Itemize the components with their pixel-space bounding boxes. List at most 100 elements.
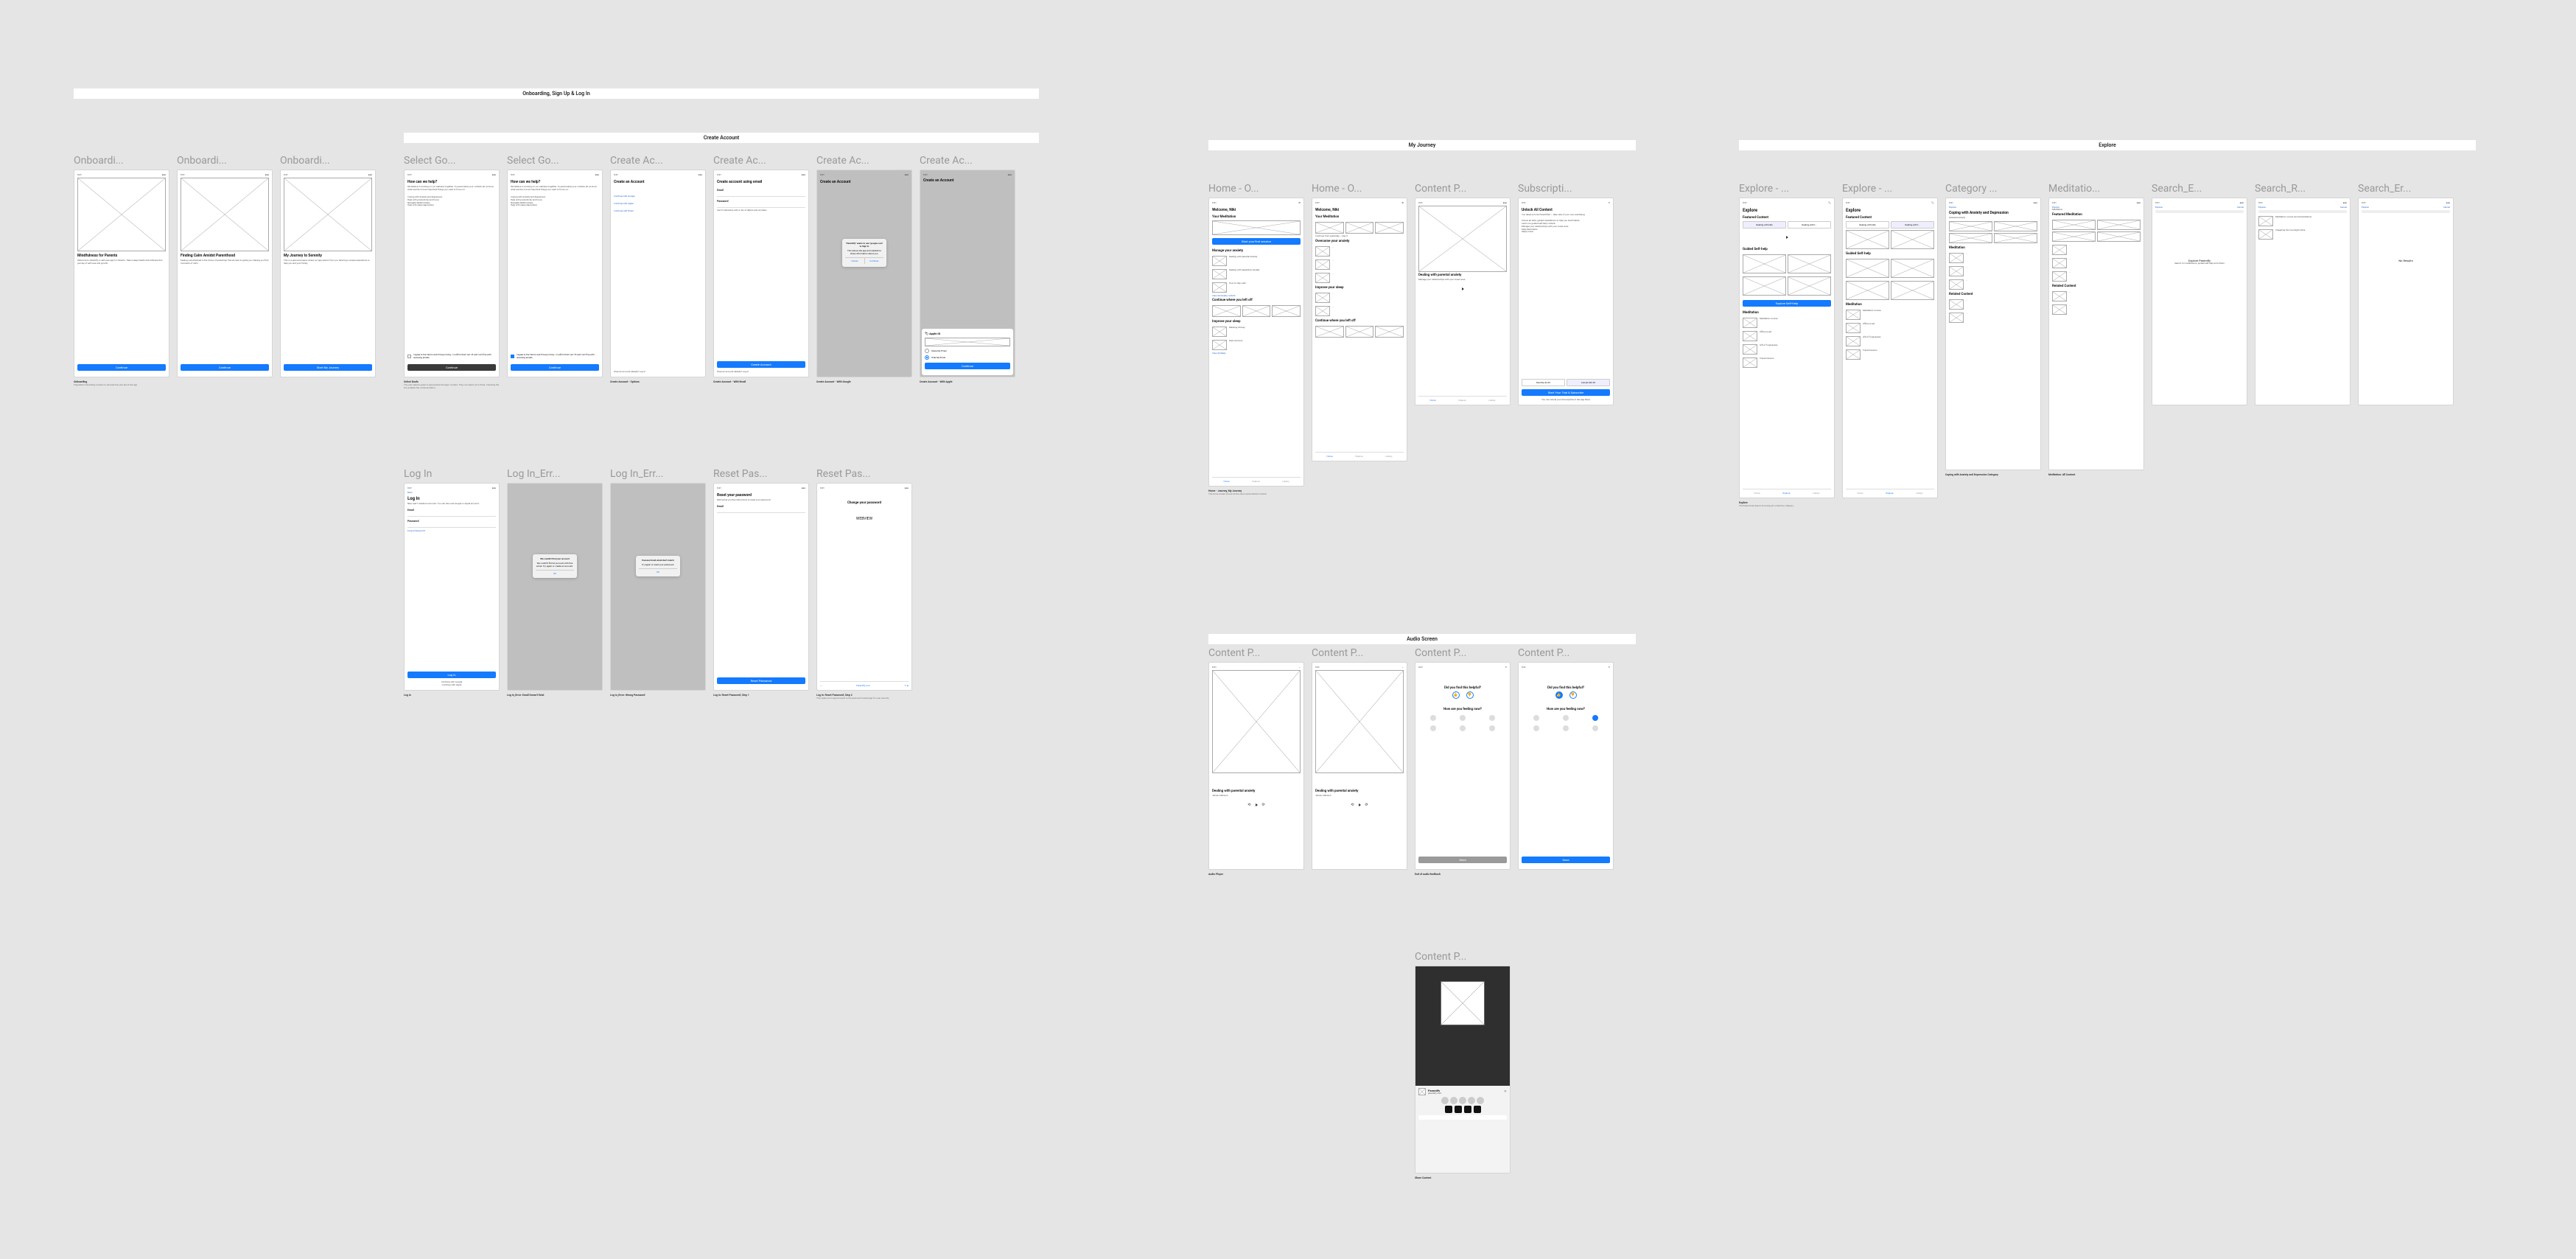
tab-explore[interactable]: Explore — [1783, 492, 1791, 495]
ok-button[interactable]: OK — [639, 568, 677, 573]
cancel-link[interactable]: Cancel — [2237, 206, 2244, 209]
thumb[interactable] — [1375, 222, 1404, 234]
back-link[interactable]: Explore — [1949, 206, 2037, 209]
thumb[interactable] — [1846, 281, 1889, 300]
pill[interactable]: Dealing with kids — [1846, 221, 1889, 229]
thumbs-up-icon[interactable]: 👍 — [1555, 691, 1563, 699]
tab-explore[interactable]: Explore — [1886, 492, 1894, 495]
feel-dot[interactable] — [1430, 725, 1436, 731]
login-button[interactable]: Log In — [407, 672, 496, 678]
tab-library[interactable]: Library — [1282, 480, 1289, 483]
feel-dot[interactable] — [1563, 715, 1569, 721]
share-app-icon[interactable] — [1474, 1106, 1481, 1113]
share-avatar[interactable] — [1477, 1097, 1484, 1104]
share-avatar[interactable] — [1450, 1097, 1457, 1104]
play-icon[interactable] — [1256, 803, 1258, 806]
reset-button[interactable]: Reset Password — [717, 677, 805, 684]
pill[interactable]: Dealing with kids — [1743, 221, 1786, 229]
thumb[interactable] — [1949, 221, 1992, 231]
feel-dot[interactable] — [1533, 715, 1539, 721]
feel-dot[interactable] — [1430, 715, 1436, 721]
thumb[interactable] — [1272, 305, 1301, 317]
skip-back-icon[interactable]: ⟲ — [1351, 803, 1354, 807]
thumb[interactable] — [1212, 305, 1241, 317]
tab-explore[interactable]: Explore — [1356, 455, 1363, 458]
share-avatar[interactable] — [1441, 1097, 1449, 1104]
tab-library[interactable]: Library — [1488, 399, 1495, 402]
continue-button[interactable]: Continue — [407, 364, 496, 371]
thumb[interactable] — [1788, 276, 1831, 296]
tab-explore[interactable]: Explore — [1459, 399, 1466, 402]
thumb[interactable] — [1242, 305, 1271, 317]
tab-home[interactable]: Home — [1326, 455, 1332, 458]
search-input[interactable] — [2362, 210, 2450, 213]
close-icon[interactable]: ✕ — [1504, 1089, 1507, 1094]
thumb[interactable] — [1743, 276, 1786, 296]
thumb[interactable] — [1743, 254, 1786, 273]
feel-dot[interactable] — [1489, 725, 1495, 731]
thumb[interactable] — [1315, 222, 1344, 234]
thumb[interactable] — [1345, 222, 1374, 234]
feel-dot[interactable] — [1489, 715, 1495, 721]
share-app-icon[interactable] — [1445, 1106, 1452, 1113]
search-input[interactable] — [2258, 210, 2347, 213]
send-button[interactable]: Send — [1418, 857, 1507, 863]
explore-selfhelp-button[interactable]: Explore Self-Help — [1743, 300, 1831, 307]
thumbs-down-icon[interactable]: 👎 — [1466, 691, 1474, 699]
send-button[interactable]: Send — [1522, 857, 1610, 863]
feel-dot[interactable] — [1592, 715, 1598, 721]
tier-monthly[interactable]: Monthly $4.99 — [1522, 379, 1565, 386]
tab-home[interactable]: Home — [1754, 492, 1760, 495]
thumb[interactable] — [2052, 231, 2096, 242]
search-input[interactable] — [2155, 210, 2244, 213]
subscribe-button[interactable]: Start Your Trial & Subscribe — [1522, 389, 1610, 396]
play-icon[interactable] — [1786, 236, 1788, 239]
thumb[interactable] — [2052, 220, 2096, 230]
thumb[interactable] — [1345, 326, 1374, 338]
cancel-link[interactable]: Cancel — [2340, 206, 2347, 209]
start-session-button[interactable]: Start your first session — [1212, 238, 1301, 245]
hide-email-radio[interactable] — [925, 355, 929, 360]
share-app-icon[interactable] — [1464, 1106, 1471, 1113]
thumb[interactable] — [1994, 221, 2037, 231]
ok-button[interactable]: OK — [536, 570, 574, 575]
create-account-button[interactable]: Create Account — [717, 361, 805, 368]
cancel-link[interactable]: Cancel — [2443, 206, 2450, 209]
tier-annual[interactable]: Annual $49.99 — [1567, 379, 1610, 386]
tab-library[interactable]: Library — [1385, 455, 1392, 458]
thumb[interactable] — [2097, 231, 2141, 242]
thumb[interactable] — [1788, 254, 1831, 273]
continue-button[interactable]: Continue — [925, 363, 1010, 369]
tab-explore[interactable]: Explore — [1253, 480, 1260, 483]
thumbs-up-icon[interactable]: 👍 — [1452, 691, 1460, 699]
tab-library[interactable]: Library — [1916, 492, 1922, 495]
tab-home[interactable]: Home — [1857, 492, 1863, 495]
thumb[interactable] — [1891, 230, 1934, 249]
continue-button[interactable]: Continue — [181, 364, 269, 371]
thumbs-down-icon[interactable]: 👎 — [1569, 691, 1577, 699]
share-avatar[interactable] — [1468, 1097, 1475, 1104]
tab-library[interactable]: Library — [1813, 492, 1819, 495]
tab-home[interactable]: Home — [1223, 480, 1229, 483]
share-action-row[interactable] — [1418, 1115, 1507, 1120]
thumb[interactable] — [1891, 281, 1934, 300]
thumb[interactable] — [1846, 230, 1889, 249]
share-email-radio[interactable] — [925, 349, 929, 353]
feel-dot[interactable] — [1533, 725, 1539, 731]
continue-button[interactable]: Continue — [77, 364, 166, 371]
continue-button[interactable]: Continue — [511, 364, 599, 371]
thumb[interactable] — [1891, 259, 1934, 278]
pill[interactable]: Dealing with t... — [1891, 221, 1934, 229]
feel-dot[interactable] — [1563, 725, 1569, 731]
play-icon[interactable] — [1462, 287, 1464, 290]
skip-back-icon[interactable]: ⟲ — [1247, 803, 1250, 807]
feel-dot[interactable] — [1592, 725, 1598, 731]
continue-button[interactable]: Continue — [864, 258, 884, 264]
tab-home[interactable]: Home — [1429, 399, 1435, 402]
thumb[interactable] — [1846, 259, 1889, 278]
feel-dot[interactable] — [1460, 725, 1466, 731]
thumb[interactable] — [1994, 233, 2037, 243]
thumb[interactable] — [1949, 233, 1992, 243]
feel-dot[interactable] — [1460, 715, 1466, 721]
back-link[interactable]: Back — [407, 491, 496, 494]
